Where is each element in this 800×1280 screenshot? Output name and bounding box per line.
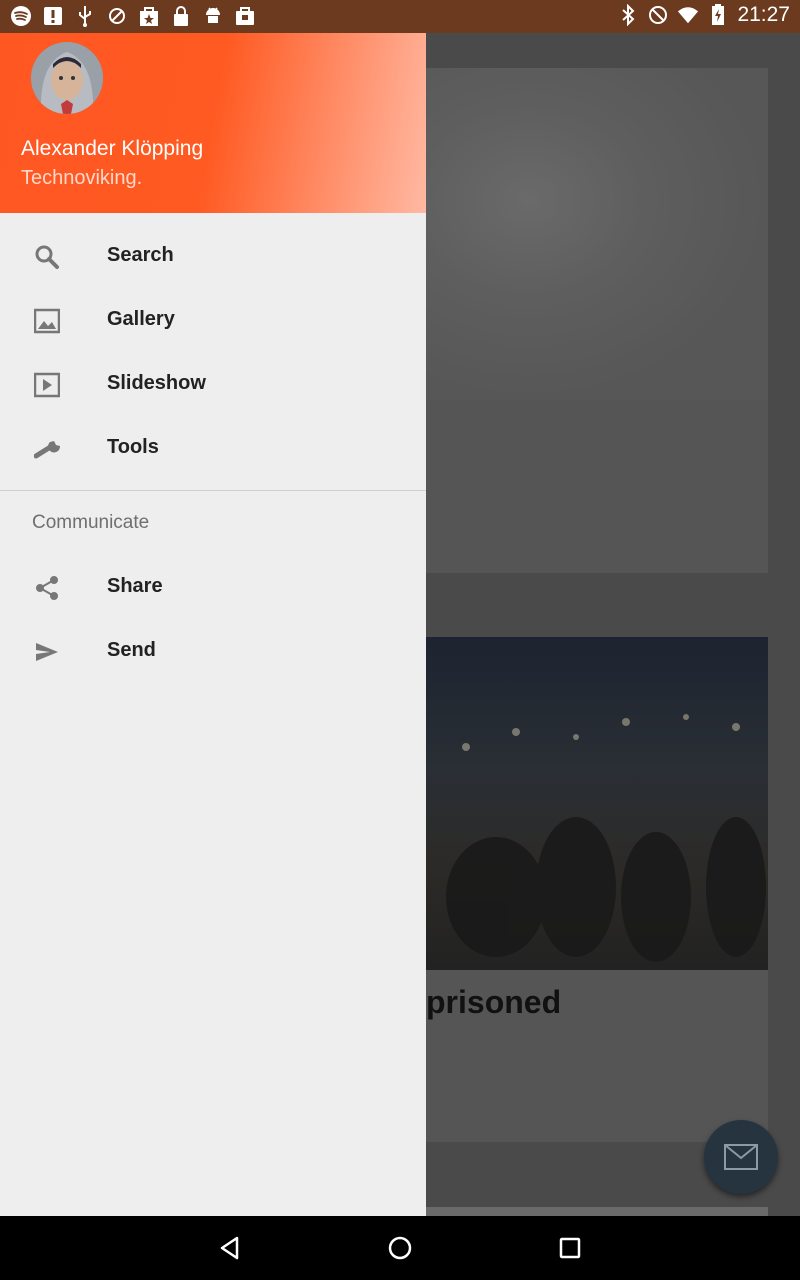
usb-icon [74,5,96,27]
menu-item-label: Share [107,575,163,597]
menu-item-label: Search [107,244,174,266]
section-title-communicate: Communicate [32,512,150,533]
shopping-bag-icon [138,5,160,27]
drawer-header: Alexander Klöpping Technoviking. [0,33,426,213]
email-icon [724,1144,758,1170]
clock: 21:27 [737,3,790,26]
card-image [426,637,768,970]
battery-charging-icon [707,4,729,26]
wifi-icon [677,4,699,26]
alert-icon [42,5,64,27]
system-icons: 21:27 [617,3,790,27]
send-icon [34,639,60,665]
menu-item-gallery[interactable]: Gallery [0,288,426,352]
menu-item-share[interactable]: Share [0,555,426,619]
briefcase-icon [234,5,256,27]
user-subtitle: Technoviking. [21,167,143,189]
email-fab[interactable] [704,1120,778,1194]
menu-item-label: Tools [107,436,159,458]
recents-button[interactable] [554,1232,586,1264]
menu-item-label: Send [107,639,156,661]
notification-icons [10,5,256,27]
slideshow-icon [33,372,61,398]
gallery-icon [33,308,61,334]
share-icon [34,575,60,601]
menu-item-slideshow[interactable]: Slideshow [0,352,426,416]
user-name: Alexander Klöpping [21,137,204,160]
blocked-icon [106,5,128,27]
android-icon [202,5,224,27]
card-image [426,68,768,400]
menu-item-label: Slideshow [107,372,206,394]
avatar[interactable] [31,42,103,114]
system-nav-bar [0,1216,800,1280]
menu-item-tools[interactable]: Tools [0,416,426,480]
menu-item-label: Gallery [107,308,175,330]
home-icon [388,1236,412,1260]
news-card[interactable] [426,68,768,573]
navigation-drawer: Alexander Klöpping Technoviking. Search … [0,33,426,1216]
card-title: prisoned [426,984,562,1020]
do-not-disturb-icon [647,4,669,26]
search-icon [34,244,60,270]
divider [0,490,426,491]
spotify-icon [10,5,32,27]
news-card[interactable]: prisoned [426,637,768,1142]
menu-item-send[interactable]: Send [0,619,426,683]
menu-item-search[interactable]: Search [0,224,426,288]
bluetooth-icon [617,4,639,26]
back-icon [220,1236,239,1260]
wrench-icon [33,436,61,462]
back-button[interactable] [214,1232,246,1264]
home-button[interactable] [384,1232,416,1264]
recents-icon [559,1237,581,1259]
lock-icon [170,5,192,27]
status-bar: 21:27 [0,0,800,33]
